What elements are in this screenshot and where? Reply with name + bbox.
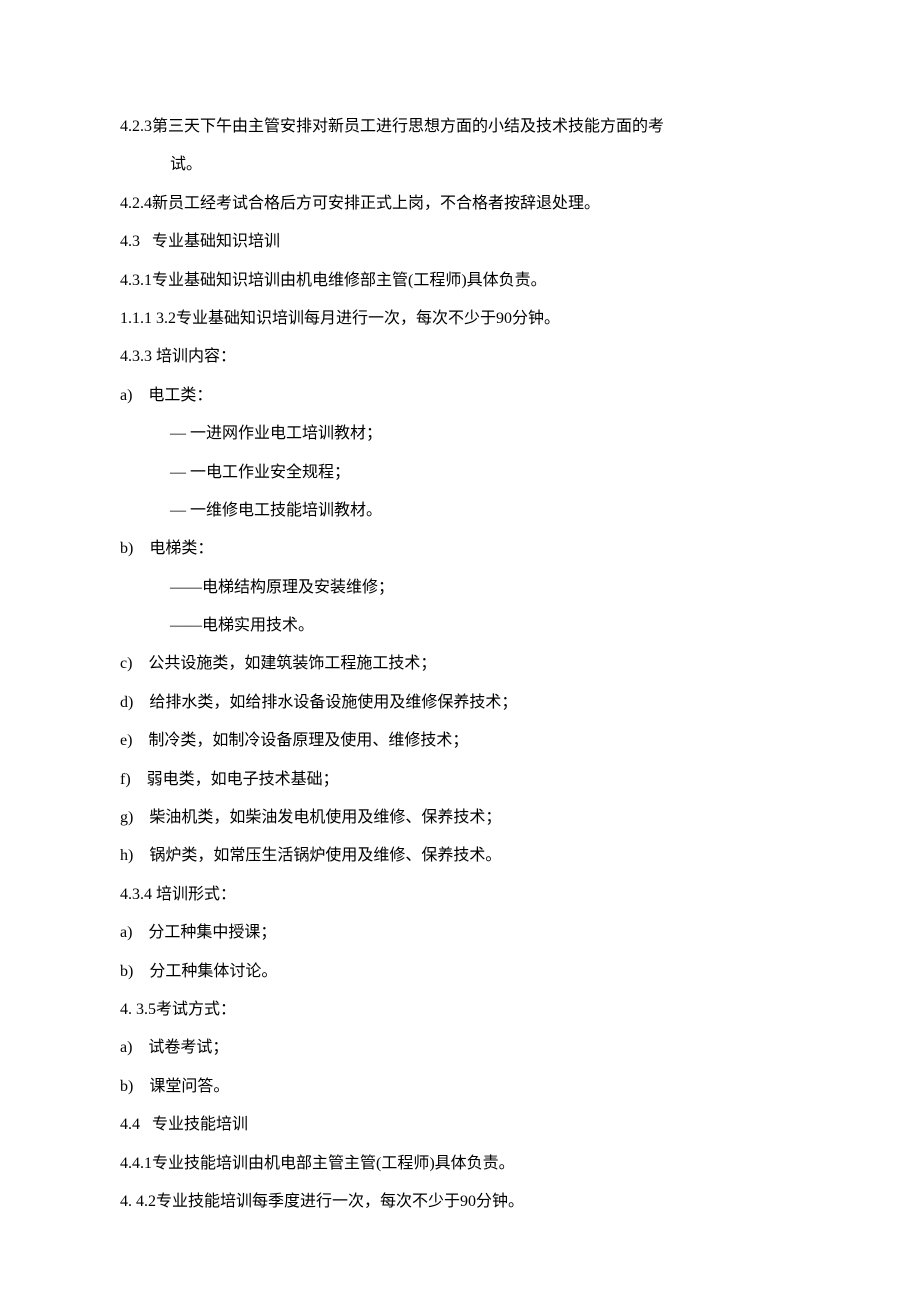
paragraph: 4. 3.5考试方式：	[120, 991, 800, 1029]
clause-number: 4.2.3	[120, 108, 152, 146]
list-item: g) 柴油机类，如柴油发电机使用及维修、保养技术；	[120, 799, 800, 837]
document-page: 4.2.3 第三天下午由主管安排对新员工进行思想方面的小结及技术技能方面的考 试…	[0, 0, 920, 1301]
list-subitem: ——电梯结构原理及安装维修；	[120, 569, 800, 607]
list-subitem: ——电梯实用技术。	[120, 607, 800, 645]
paragraph: 4.3 专业基础知识培训	[120, 223, 800, 261]
paragraph: 4.3.1专业基础知识培训由机电维修部主管(工程师)具体负责。	[120, 262, 800, 300]
paragraph: 4.3.3 培训内容：	[120, 338, 800, 376]
list-subitem: — 一进网作业电工培训教材；	[120, 415, 800, 453]
list-item: h) 锅炉类，如常压生活锅炉使用及维修、保养技术。	[120, 837, 800, 875]
list-subitem: — 一电工作业安全规程；	[120, 454, 800, 492]
paragraph: 4.4.1专业技能培训由机电部主管主管(工程师)具体负责。	[120, 1145, 800, 1183]
list-item: a) 分工种集中授课；	[120, 914, 800, 952]
list-item: b) 电梯类：	[120, 530, 800, 568]
paragraph: 4.4 专业技能培训	[120, 1106, 800, 1144]
list-item: d) 给排水类，如给排水设备设施使用及维修保养技术；	[120, 684, 800, 722]
list-item: a) 电工类：	[120, 377, 800, 415]
paragraph: 4.2.4新员工经考试合格后方可安排正式上岗，不合格者按辞退处理。	[120, 185, 800, 223]
list-subitem: — 一维修电工技能培训教材。	[120, 492, 800, 530]
paragraph: 1.1.1 3.2专业基础知识培训每月进行一次，每次不少于90分钟。	[120, 300, 800, 338]
list-item: c) 公共设施类，如建筑装饰工程施工技术；	[120, 645, 800, 683]
list-item: e) 制冷类，如制冷设备原理及使用、维修技术；	[120, 722, 800, 760]
list-item: b) 分工种集体讨论。	[120, 953, 800, 991]
list-item: b) 课堂问答。	[120, 1068, 800, 1106]
paragraph-cont: 试。	[120, 146, 800, 184]
clause-text: 第三天下午由主管安排对新员工进行思想方面的小结及技术技能方面的考	[152, 108, 800, 146]
paragraph: 4.2.3 第三天下午由主管安排对新员工进行思想方面的小结及技术技能方面的考	[120, 108, 800, 146]
paragraph: 4. 4.2专业技能培训每季度进行一次，每次不少于90分钟。	[120, 1183, 800, 1221]
list-item: f) 弱电类，如电子技术基础；	[120, 761, 800, 799]
list-item: a) 试卷考试；	[120, 1029, 800, 1067]
paragraph: 4.3.4 培训形式：	[120, 876, 800, 914]
